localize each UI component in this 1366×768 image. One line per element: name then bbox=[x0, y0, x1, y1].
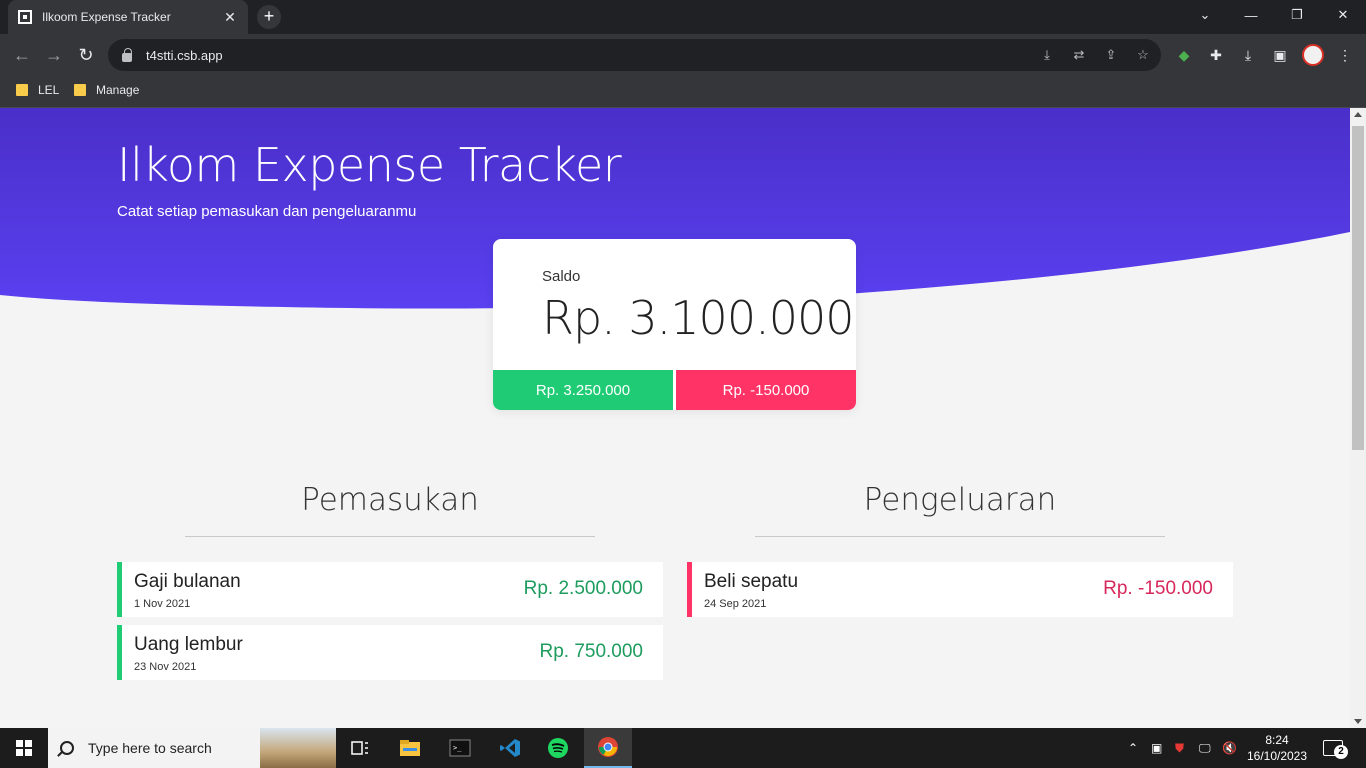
notification-badge: 2 bbox=[1334, 745, 1348, 759]
expense-heading: Pengeluaran bbox=[863, 482, 1057, 518]
expense-total: Rp. -150.000 bbox=[676, 370, 856, 410]
income-item[interactable]: Gaji bulanan 1 Nov 2021 Rp. 2.500.000 bbox=[117, 562, 663, 617]
bookmark-star-icon[interactable]: ☆ bbox=[1135, 47, 1151, 63]
clock-date: 16/10/2023 bbox=[1246, 749, 1308, 763]
profile-avatar[interactable] bbox=[1302, 44, 1324, 66]
terminal-icon[interactable]: >_ bbox=[436, 728, 484, 768]
share-icon[interactable]: ⇪ bbox=[1103, 47, 1119, 63]
page-title: Ilkom Expense Tracker bbox=[117, 138, 622, 192]
side-panel-icon[interactable]: ▣ bbox=[1271, 46, 1289, 64]
close-tab-icon[interactable]: ✕ bbox=[222, 9, 238, 26]
minimize-button[interactable]: — bbox=[1228, 0, 1274, 30]
income-heading: Pemasukan bbox=[301, 482, 479, 518]
tab-title: Ilkoom Expense Tracker bbox=[42, 10, 171, 24]
show-hidden-icons[interactable]: ⌃ bbox=[1128, 728, 1138, 768]
spotify-icon[interactable] bbox=[534, 728, 582, 768]
antivirus-shield-icon[interactable]: ⛊ bbox=[1175, 728, 1184, 768]
tab-search-icon[interactable]: ⌄ bbox=[1182, 0, 1228, 30]
lock-icon bbox=[122, 47, 132, 62]
task-view-icon[interactable] bbox=[336, 728, 384, 768]
system-clock[interactable]: 8:24 16/10/2023 bbox=[1244, 732, 1310, 764]
item-name: Beli sepatu bbox=[704, 571, 799, 592]
expense-divider bbox=[755, 536, 1165, 537]
install-app-icon[interactable]: ⤓ bbox=[1039, 47, 1055, 63]
windows-taskbar: Type here to search >_ ⌃ ▣ ⛊ 🖵 🔇 8:24 16… bbox=[0, 728, 1366, 768]
browser-tab[interactable]: Ilkoom Expense Tracker ✕ bbox=[8, 0, 248, 34]
scroll-up-icon[interactable] bbox=[1354, 112, 1362, 117]
page-subtitle: Catat setiap pemasukan dan pengeluaranmu bbox=[117, 203, 417, 220]
income-total: Rp. 3.250.000 bbox=[493, 370, 673, 410]
back-button[interactable]: ← bbox=[10, 43, 34, 67]
new-tab-button[interactable]: + bbox=[257, 5, 281, 29]
bookmarks-bar: LEL Manage bbox=[0, 76, 1366, 108]
item-date: 23 Nov 2021 bbox=[134, 661, 197, 673]
expense-item[interactable]: Beli sepatu 24 Sep 2021 Rp. -150.000 bbox=[687, 562, 1233, 617]
bookmark-folder-manage[interactable]: Manage bbox=[74, 83, 139, 97]
menu-kebab-icon[interactable]: ⋮ bbox=[1336, 46, 1354, 64]
search-highlight-image bbox=[260, 728, 336, 768]
address-bar[interactable]: t4stti.csb.app ⤓ ⇄ ⇪ ☆ bbox=[108, 39, 1161, 71]
search-placeholder: Type here to search bbox=[88, 740, 212, 756]
page-scrollbar[interactable] bbox=[1350, 108, 1366, 728]
browser-toolbar: ← → ↻ t4stti.csb.app ⤓ ⇄ ⇪ ☆ ◆ ✚ ⤓ ▣ ⋮ bbox=[0, 34, 1366, 76]
page-viewport: Ilkom Expense Tracker Catat setiap pemas… bbox=[0, 108, 1350, 728]
windows-logo-icon bbox=[16, 740, 32, 756]
folder-icon bbox=[74, 84, 86, 96]
item-amount: Rp. 2.500.000 bbox=[523, 578, 643, 599]
scroll-down-icon[interactable] bbox=[1354, 719, 1362, 724]
extension-color-icon[interactable]: ◆ bbox=[1175, 46, 1193, 64]
file-explorer-icon[interactable] bbox=[386, 728, 434, 768]
volume-muted-icon[interactable]: 🔇 bbox=[1222, 728, 1237, 768]
svg-text:>_: >_ bbox=[453, 744, 462, 752]
balance-amount: Rp. 3.100.000 bbox=[542, 291, 855, 345]
item-amount: Rp. 750.000 bbox=[539, 641, 643, 662]
bookmark-folder-lel[interactable]: LEL bbox=[16, 83, 59, 97]
translate-icon[interactable]: ⇄ bbox=[1071, 47, 1087, 63]
chrome-icon[interactable] bbox=[584, 728, 632, 768]
start-button[interactable] bbox=[0, 728, 48, 768]
folder-icon bbox=[16, 84, 28, 96]
clock-time: 8:24 bbox=[1265, 733, 1289, 747]
item-date: 1 Nov 2021 bbox=[134, 598, 191, 610]
reload-button[interactable]: ↻ bbox=[74, 43, 98, 67]
balance-card: Saldo Rp. 3.100.000 Rp. 3.250.000 Rp. -1… bbox=[493, 239, 856, 410]
bookmark-label: LEL bbox=[38, 83, 60, 97]
url-text: t4stti.csb.app bbox=[146, 47, 223, 63]
taskbar-search[interactable]: Type here to search bbox=[48, 728, 336, 768]
income-divider bbox=[185, 536, 595, 537]
search-icon bbox=[60, 741, 74, 755]
downloads-icon[interactable]: ⤓ bbox=[1239, 46, 1257, 64]
security-tray-icon[interactable]: ▣ bbox=[1151, 728, 1162, 768]
item-amount: Rp. -150.000 bbox=[1103, 578, 1213, 599]
site-favicon-icon bbox=[18, 10, 32, 24]
extensions-puzzle-icon[interactable]: ✚ bbox=[1207, 46, 1225, 64]
restore-button[interactable]: ❐ bbox=[1274, 0, 1320, 30]
item-name: Gaji bulanan bbox=[134, 571, 241, 592]
income-item[interactable]: Uang lembur 23 Nov 2021 Rp. 750.000 bbox=[117, 625, 663, 680]
balance-label: Saldo bbox=[542, 268, 581, 285]
tab-strip: Ilkoom Expense Tracker ✕ + ⌄ — ❐ ✕ bbox=[0, 0, 1366, 34]
scrollbar-thumb[interactable] bbox=[1352, 126, 1364, 450]
vscode-icon[interactable] bbox=[486, 728, 534, 768]
network-icon[interactable]: 🖵 bbox=[1199, 728, 1211, 768]
forward-button[interactable]: → bbox=[42, 43, 66, 67]
item-date: 24 Sep 2021 bbox=[704, 598, 767, 610]
item-name: Uang lembur bbox=[134, 634, 243, 655]
close-window-button[interactable]: ✕ bbox=[1320, 0, 1366, 30]
bookmark-label: Manage bbox=[96, 83, 140, 97]
